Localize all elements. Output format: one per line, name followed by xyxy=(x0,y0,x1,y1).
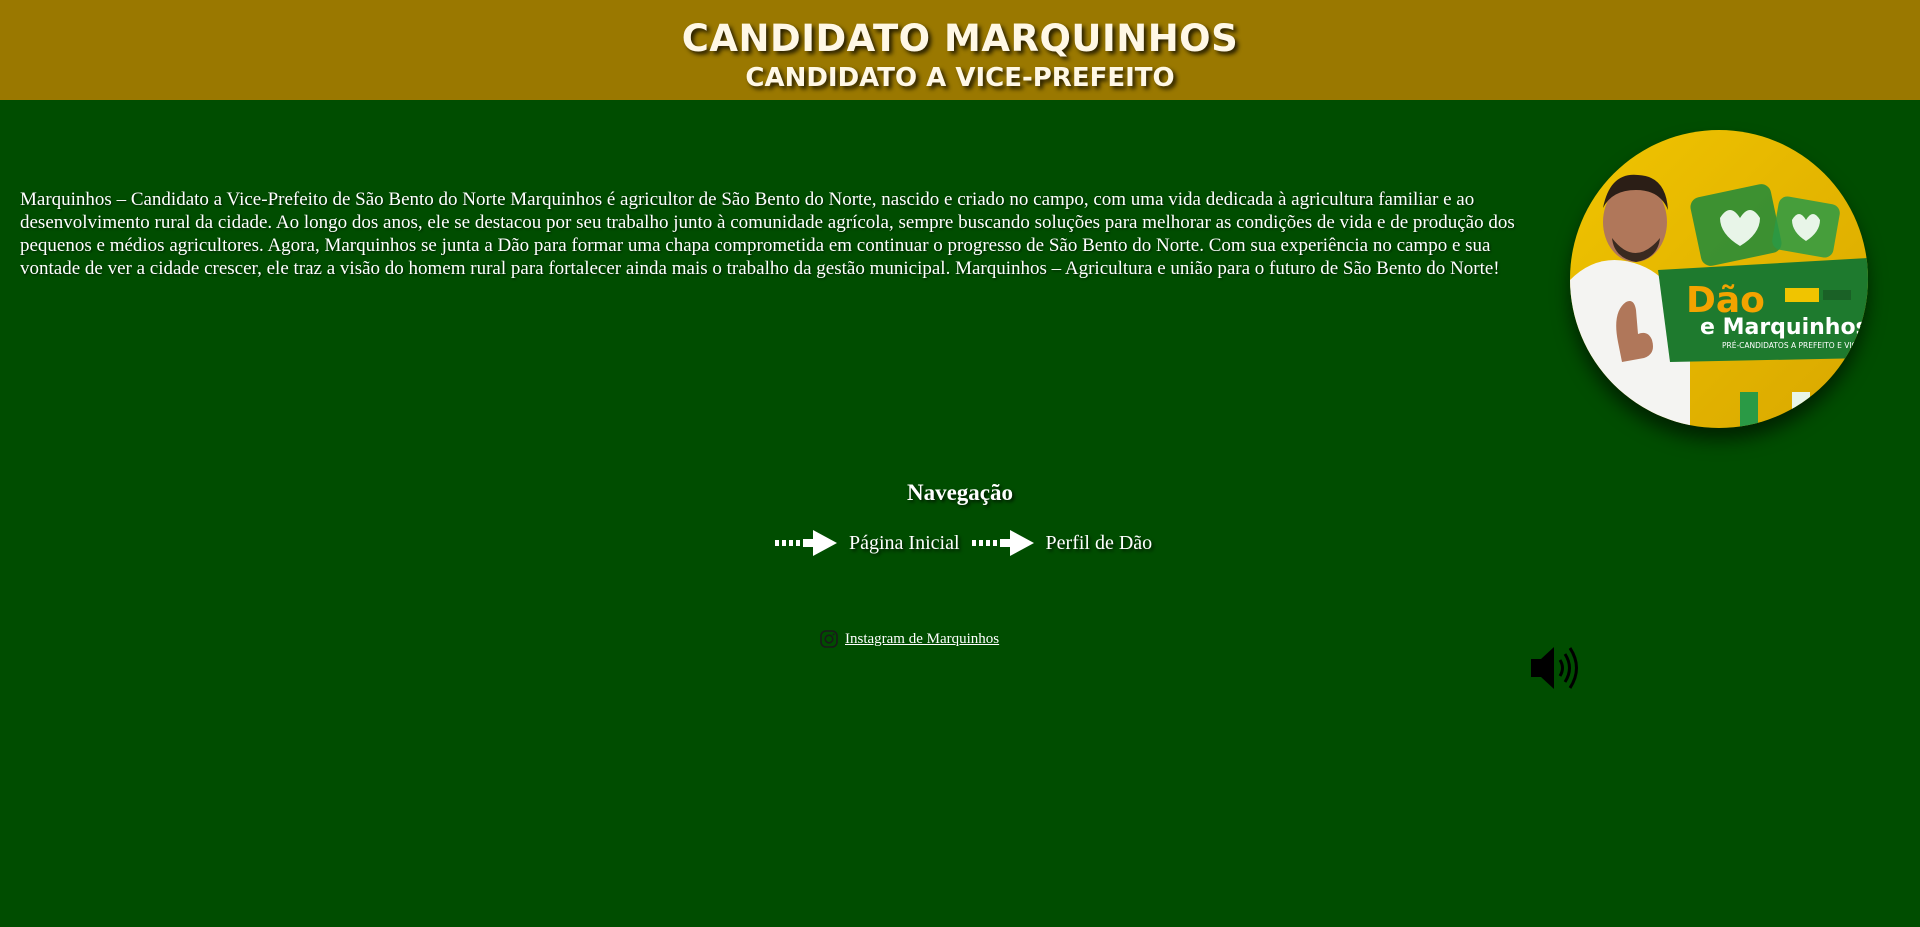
navigation-title: Navegação xyxy=(906,480,1014,505)
page-subtitle: CANDIDATO A VICE-PREFEITO xyxy=(745,63,1175,93)
campaign-photo: Dão e Marquinhos PRÉ-CANDIDATOS A PREFEI… xyxy=(1570,130,1868,428)
audio-toggle-button[interactable] xyxy=(1527,642,1583,694)
speaker-icon xyxy=(1531,647,1578,689)
campaign-banner: Dão e Marquinhos PRÉ-CANDIDATOS A PREFEI… xyxy=(1658,258,1868,362)
instagram-link[interactable]: Instagram de Marquinhos xyxy=(845,631,999,648)
nav-link-dao-profile[interactable]: Perfil de Dão xyxy=(971,528,1153,558)
page-title: CANDIDATO MARQUINHOS xyxy=(681,17,1239,60)
banner-tagline: PRÉ-CANDIDATOS A PREFEITO E VICE xyxy=(1722,341,1862,350)
nav-link-home[interactable]: Página Inicial xyxy=(775,528,960,558)
nav-link-dao-profile-label: Perfil de Dão xyxy=(1045,531,1153,554)
nav-link-home-label: Página Inicial xyxy=(849,531,960,554)
instagram-link-group: Instagram de Marquinhos xyxy=(819,629,999,649)
instagram-icon xyxy=(820,630,838,648)
candidate-portrait: Dão e Marquinhos PRÉ-CANDIDATOS A PREFEI… xyxy=(1570,130,1868,428)
page-header: CANDIDATO MARQUINHOS CANDIDATO A VICE-PR… xyxy=(0,0,1920,100)
dashed-arrow-right-icon xyxy=(775,530,837,556)
navigation-links: Página Inicial Perfil de Dão xyxy=(775,526,1164,560)
heart-bubble-icon xyxy=(1772,196,1840,258)
banner-brand-bottom: e Marquinhos xyxy=(1700,315,1868,340)
candidate-bio: Marquinhos – Candidato a Vice-Prefeito d… xyxy=(20,189,1515,279)
dashed-arrow-right-icon xyxy=(971,530,1034,556)
